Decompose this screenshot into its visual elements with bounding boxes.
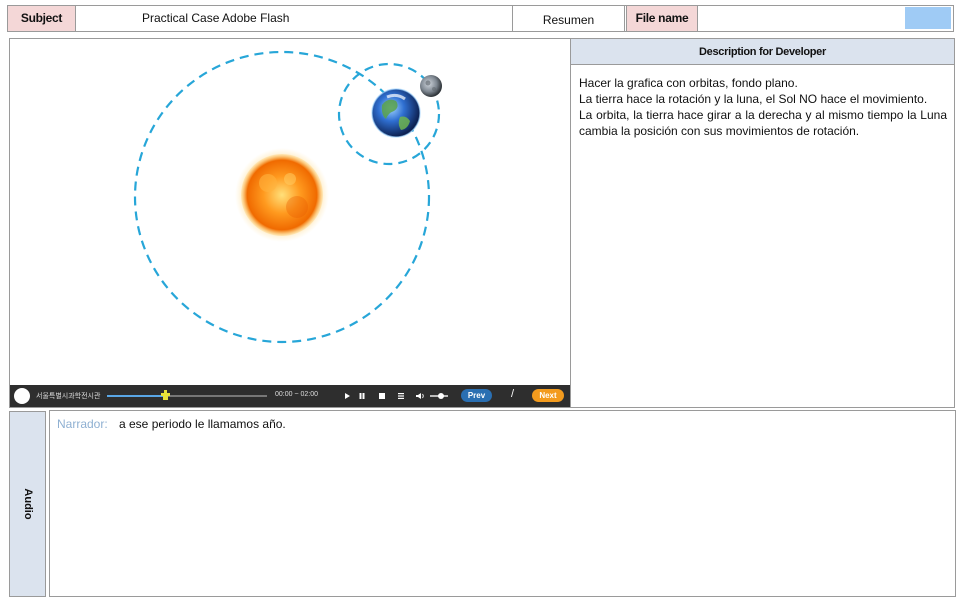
menu-icon[interactable] <box>395 390 407 402</box>
audio-label: Audio <box>21 488 34 520</box>
time-display: 00:00 ~ 02:00 <box>275 391 319 398</box>
header-bar: Subject Practical Case Adobe Flash Resum… <box>7 5 954 32</box>
description-body: Hacer la grafica con orbitas, fondo plan… <box>571 65 954 139</box>
description-title: Description for Developer <box>571 39 954 65</box>
sun-icon <box>235 148 329 242</box>
prev-button[interactable]: Prev <box>461 389 492 402</box>
subject-value: Practical Case Adobe Flash <box>142 11 290 25</box>
page-separator: / <box>511 388 515 400</box>
subject-label: Subject <box>8 6 76 31</box>
description-line: La tierra hace la rotación y la luna, el… <box>579 92 928 106</box>
volume-icon[interactable] <box>414 390 426 402</box>
stop-icon[interactable] <box>376 390 388 402</box>
audio-side-label: Audio <box>9 411 46 597</box>
org-name: 서울특별시과학전시관 <box>36 392 101 400</box>
next-button[interactable]: Next <box>532 389 564 402</box>
progress-fill <box>107 395 165 397</box>
moon-icon <box>420 75 442 97</box>
media-player-bar: 서울특별시과학전시관 00:00 ~ 02:00 Prev / Next <box>10 385 570 407</box>
description-line: La orbita, la tierra hace girar a la der… <box>579 108 947 138</box>
developer-description-panel: Description for Developer Hacer la grafi… <box>570 38 955 408</box>
volume-handle[interactable] <box>438 393 444 399</box>
progress-handle-icon[interactable] <box>159 389 172 402</box>
animation-stage: 서울특별시과학전시관 00:00 ~ 02:00 Prev / Next <box>9 38 571 408</box>
narrator-text: a ese periodo le llamamos año. <box>119 417 286 431</box>
museum-logo-icon <box>14 388 30 404</box>
pause-icon[interactable] <box>356 390 368 402</box>
description-line: Hacer la grafica con orbitas, fondo plan… <box>579 76 798 90</box>
file-name-label: File name <box>626 6 698 31</box>
file-name-field[interactable] <box>905 7 951 29</box>
audio-script-box: Narrador: a ese periodo le llamamos año. <box>49 410 956 597</box>
play-icon[interactable] <box>341 390 353 402</box>
narrator-label: Narrador: <box>57 417 108 431</box>
resumen-field[interactable]: Resumen <box>512 6 625 32</box>
solar-system-scene <box>133 50 442 344</box>
earth-icon <box>371 88 421 138</box>
